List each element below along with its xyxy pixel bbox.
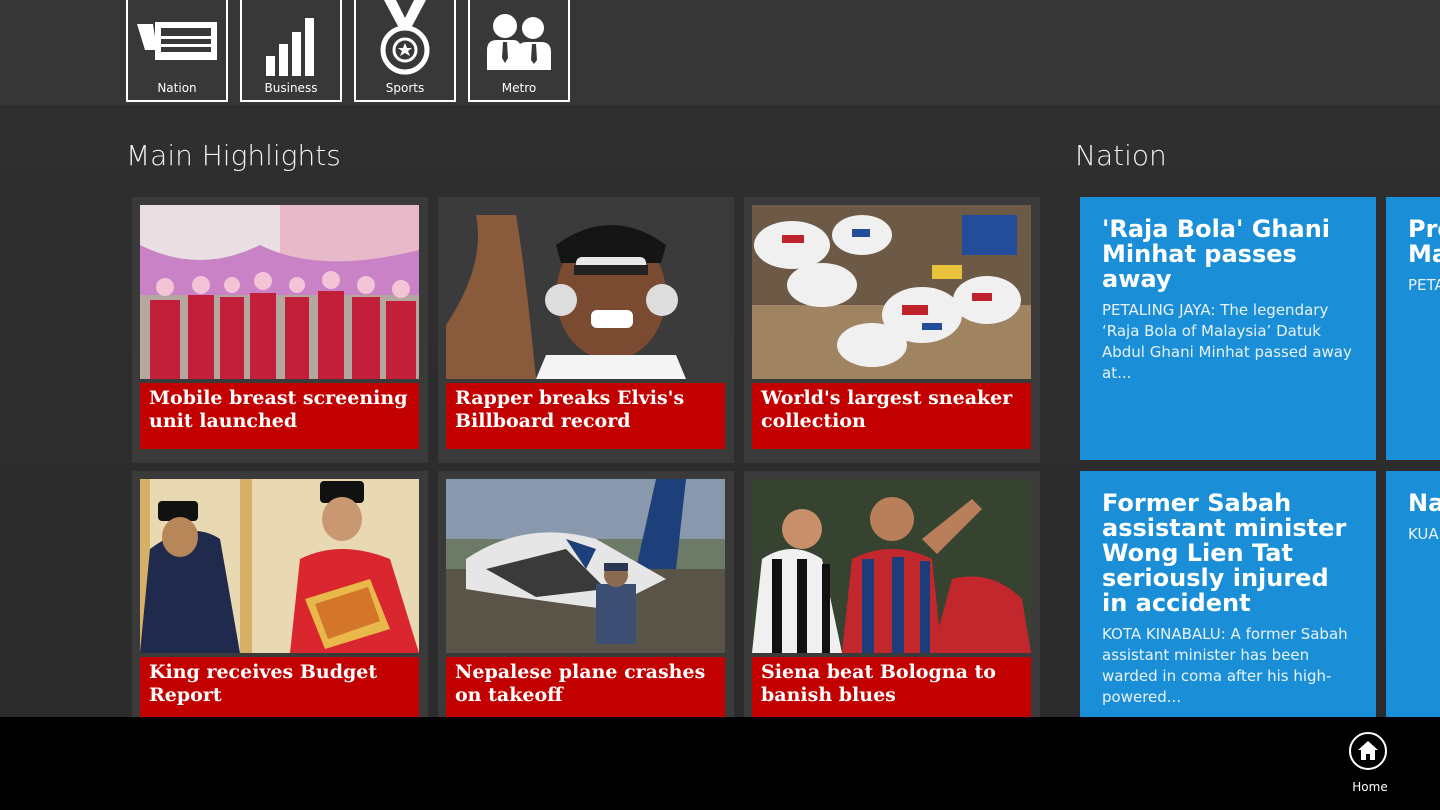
story-tile[interactable]: King receives Budget Report: [132, 471, 428, 717]
story-headline: Nepalese plane crashes on takeoff: [446, 657, 725, 717]
story-tile[interactable]: World's largest sneaker collection: [744, 197, 1040, 463]
home-label: Home: [1352, 780, 1388, 794]
story-tile[interactable]: Nepalese plane crashes on takeoff: [438, 471, 734, 717]
story-image: [752, 479, 1031, 653]
people-icon: [487, 14, 551, 70]
category-label: Nation: [157, 81, 197, 95]
story-headline: Siena beat Bologna to banish blues: [752, 657, 1031, 717]
story-image: [140, 479, 419, 653]
story-headline: Rapper breaks Elvis's Billboard record: [446, 383, 725, 449]
nation-story-tile[interactable]: 'Raja Bola' Ghani Minhat passes away PET…: [1080, 197, 1376, 460]
nation-summary: PETALING JAYA: The legendary ‘Raja Bola …: [1102, 301, 1352, 382]
story-tile[interactable]: Mobile breast screening unit launched: [132, 197, 428, 463]
story-image: [752, 205, 1031, 379]
category-label: Sports: [385, 81, 425, 95]
nation-story-tile[interactable]: Former Sabah assistant minister Wong Lie…: [1080, 471, 1376, 717]
section-title-nation[interactable]: Nation: [1075, 139, 1167, 172]
medal-icon: [380, 0, 430, 75]
app-bar: Home: [0, 717, 1440, 810]
hub-content[interactable]: Main Highlights Mobile breast screening …: [0, 105, 1440, 717]
nation-summary: PETA... Mala... stud... cam...: [1408, 276, 1440, 294]
story-image: [446, 479, 725, 653]
category-bar: Nation Business Sports Metro: [0, 0, 1440, 105]
category-sports-button[interactable]: Sports: [354, 0, 456, 102]
section-title-main-highlights[interactable]: Main Highlights: [126, 139, 341, 172]
nation-headline: 'Raja Bola' Ghani Minhat passes away: [1102, 215, 1330, 293]
story-image: [140, 205, 419, 379]
category-label: Business: [264, 81, 318, 95]
category-label: Metro: [501, 81, 537, 95]
story-tile[interactable]: Siena beat Bologna to banish blues: [744, 471, 1040, 717]
story-headline: Mobile breast screening unit launched: [140, 383, 419, 449]
nation-summary: KUA... thre... kidn... natio...: [1408, 525, 1440, 543]
nation-story-tile[interactable]: Pro... see... fou... Ma... wi... PETA...…: [1386, 197, 1440, 460]
nation-headline: Pro... see... fou... Ma... wi...: [1408, 215, 1440, 268]
story-headline: World's largest sneaker collection: [752, 383, 1031, 449]
nation-story-tile[interactable]: Na... tra... Co... KUA... thre... kidn..…: [1386, 471, 1440, 717]
category-business-button[interactable]: Business: [240, 0, 342, 102]
bar-chart-icon: [266, 18, 314, 76]
home-icon: [1349, 732, 1387, 770]
story-tile[interactable]: Rapper breaks Elvis's Billboard record: [438, 197, 734, 463]
nation-headline: Na... tra... Co...: [1408, 489, 1440, 517]
newspaper-icon: [137, 22, 217, 60]
story-image: [446, 205, 725, 379]
home-button[interactable]: Home: [1340, 732, 1400, 807]
nation-headline: Former Sabah assistant minister Wong Lie…: [1102, 489, 1347, 617]
nation-summary: KOTA KINABALU: A former Sabah assistant …: [1102, 625, 1348, 706]
category-nation-button[interactable]: Nation: [126, 0, 228, 102]
category-metro-button[interactable]: Metro: [468, 0, 570, 102]
story-headline: King receives Budget Report: [140, 657, 419, 717]
